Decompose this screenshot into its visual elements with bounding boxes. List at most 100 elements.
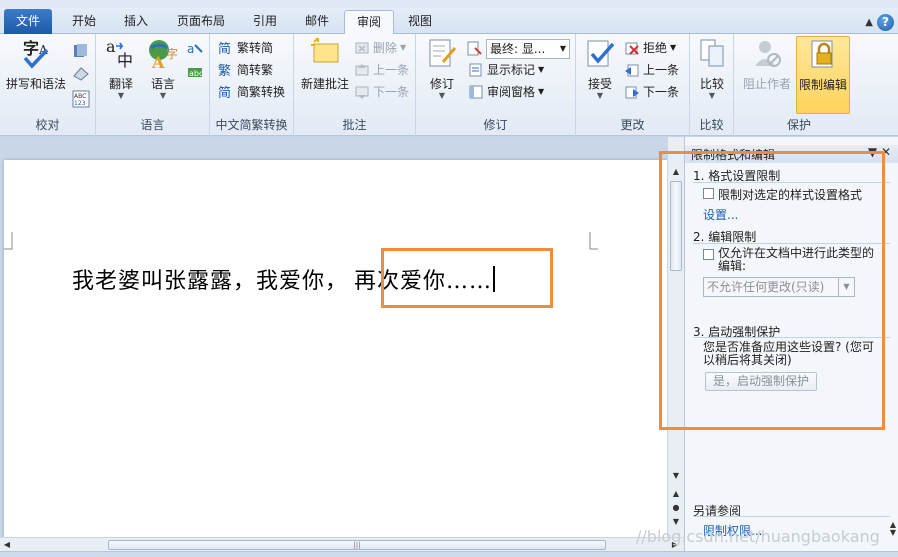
document-page[interactable]: 我老婆叫张露露，我爱你， 再次爱你…… [4, 160, 667, 537]
reject-icon [625, 42, 639, 55]
group-label-changes: 更改 [620, 118, 645, 132]
reviewing-pane-icon [469, 85, 483, 99]
group-protect: 阻止作者 限制编辑 保护 [734, 34, 898, 136]
to-simplified-button[interactable]: 简 繁转简 [218, 38, 273, 58]
svg-text:a: a [106, 37, 116, 56]
display-for-review-icon [467, 41, 482, 56]
language-globe-icon: A 字 [149, 40, 178, 72]
horizontal-scroll-thumb[interactable]: ||| [108, 540, 606, 550]
reject-button[interactable]: 拒绝 ▼ [624, 38, 676, 58]
to-simplified-icon: 简 [218, 41, 231, 56]
tab-mailings[interactable]: 邮件 [296, 10, 338, 34]
group-label-proofing: 校对 [35, 118, 60, 132]
document-area: 我老婆叫张露露，我爱你， 再次爱你…… [0, 137, 667, 537]
mini-translator-icon[interactable]: a [186, 40, 204, 58]
track-changes-button[interactable]: 修订 ▼ [420, 36, 464, 100]
tab-references[interactable]: 引用 [244, 10, 286, 34]
display-for-review-select[interactable]: 最终: 显... ▼ [486, 39, 570, 59]
ribbon-review: 字 A 拼写和语法 ABC 123 校对 a 中 翻译 ▼ A 字 语言 ▼ a… [0, 34, 898, 136]
previous-comment-icon [355, 64, 369, 76]
tab-file[interactable]: 文件 [4, 9, 52, 34]
next-change-icon [625, 86, 639, 99]
title-bar-strip [0, 0, 898, 8]
document-horizontal-scrollbar[interactable]: ◀ ||| ▶ [0, 537, 684, 551]
reviewing-pane-button[interactable]: 审阅窗格 ▼ [468, 82, 544, 102]
language-dropdown-icon[interactable]: ▼ [142, 92, 184, 100]
group-label-chinese: 中文简繁转换 [215, 118, 288, 132]
research-icon[interactable] [72, 42, 90, 60]
svg-text:繁: 繁 [218, 63, 231, 78]
previous-page-icon[interactable]: ▲ [668, 487, 684, 501]
compare-icon [700, 39, 724, 67]
group-tracking: 修订 ▼ 最终: 显... ▼ 显示标记 ▼ 审阅窗格 ▼ 修订 [416, 34, 576, 136]
track-changes-dropdown-icon[interactable]: ▼ [420, 92, 464, 100]
show-markup-icon [469, 63, 482, 77]
tab-insert[interactable]: 插入 [114, 10, 158, 34]
track-changes-icon [429, 39, 457, 67]
accept-icon [587, 40, 615, 67]
display-for-review-dropdown-icon[interactable]: ▼ [560, 40, 566, 58]
group-label-comments: 批注 [342, 118, 367, 132]
tab-review[interactable]: 审阅 [344, 10, 394, 36]
show-markup-button[interactable]: 显示标记 ▼ [468, 60, 544, 80]
next-comment-label: 下一条 [373, 85, 410, 99]
next-change-button[interactable]: 下一条 [624, 82, 679, 102]
translate-dropdown-icon[interactable]: ▼ [100, 92, 142, 100]
help-icon[interactable]: ? [877, 13, 894, 31]
browse-object-icon[interactable]: ● [668, 501, 684, 515]
show-markup-label: 显示标记 [487, 63, 536, 77]
text-highlight-box [381, 248, 553, 308]
word-count-icon[interactable]: ABC 123 [72, 90, 90, 108]
block-authors-label: 阻止作者 [742, 77, 791, 91]
previous-comment-button[interactable]: 上一条 [354, 60, 409, 80]
thesaurus-icon[interactable] [72, 64, 90, 82]
delete-comment-button[interactable]: 删除 ▼ [354, 38, 406, 58]
group-chinese-conversion: 简 繁转简 繁 简转繁 简 简繁转换 中文简繁转换 [210, 34, 294, 136]
track-changes-label: 修订 [429, 77, 454, 91]
svg-text:字: 字 [23, 39, 39, 58]
tab-bar-right: ▲ ? [865, 12, 894, 32]
next-comment-button[interactable]: 下一条 [354, 82, 409, 102]
new-comment-button[interactable]: 新建批注 [298, 36, 352, 92]
new-comment-icon [311, 37, 339, 63]
svg-text:abc: abc [189, 69, 203, 78]
tab-home[interactable]: 开始 [60, 10, 108, 34]
group-label-language: 语言 [140, 118, 165, 132]
previous-change-button[interactable]: 上一条 [624, 60, 679, 80]
crop-mark-right [589, 232, 598, 250]
group-label-protect: 保护 [786, 118, 811, 132]
compare-label: 比较 [699, 77, 724, 91]
to-traditional-button[interactable]: 繁 简转繁 [218, 60, 273, 80]
ribbon-tab-bar: 文件 开始 插入 页面布局 引用 邮件 审阅 视图 ▲ ? [0, 8, 898, 36]
compare-dropdown-icon[interactable]: ▼ [692, 92, 732, 100]
language-button[interactable]: A 字 语言 ▼ [142, 36, 184, 100]
set-language-icon[interactable]: abc [186, 62, 204, 80]
reject-label: 拒绝 [643, 41, 668, 55]
block-authors-button[interactable]: 阻止作者 [740, 36, 794, 92]
document-text-plain: 我老婆叫张露露，我爱你， [72, 269, 349, 294]
chinese-convert-icon: 简 [218, 85, 231, 100]
pane-scroll-arrows[interactable]: ▲ ▼ [890, 521, 896, 537]
scroll-left-icon[interactable]: ◀ [0, 538, 14, 552]
restrict-editing-lock-icon [811, 40, 833, 68]
svg-text:中: 中 [117, 51, 133, 70]
tab-page-layout[interactable]: 页面布局 [168, 10, 234, 34]
scroll-down-icon[interactable]: ▼ [668, 469, 684, 483]
translate-button[interactable]: a 中 翻译 ▼ [100, 36, 142, 100]
translate-label: 翻译 [108, 77, 133, 91]
svg-text:简: 简 [218, 41, 231, 56]
tab-view[interactable]: 视图 [398, 10, 442, 34]
to-simplified-label: 繁转简 [237, 41, 274, 55]
chinese-convert-label: 简繁转换 [237, 85, 286, 99]
accept-button[interactable]: 接受 ▼ [578, 36, 622, 100]
accept-dropdown-icon[interactable]: ▼ [578, 92, 622, 100]
chinese-convert-button[interactable]: 简 简繁转换 [218, 82, 285, 102]
restrict-editing-button[interactable]: 限制编辑 [796, 36, 850, 114]
minimize-ribbon-icon[interactable]: ▲ [865, 17, 873, 28]
next-change-label: 下一条 [643, 85, 680, 99]
group-compare: 比较 ▼ 比较 [690, 34, 734, 136]
group-comments: 新建批注 删除 ▼ 上一条 下一条 批注 [294, 34, 416, 136]
compare-button[interactable]: 比较 ▼ [692, 36, 732, 100]
spelling-grammar-button[interactable]: 字 A 拼写和语法 [4, 36, 68, 92]
pane-highlight-box [659, 151, 885, 430]
